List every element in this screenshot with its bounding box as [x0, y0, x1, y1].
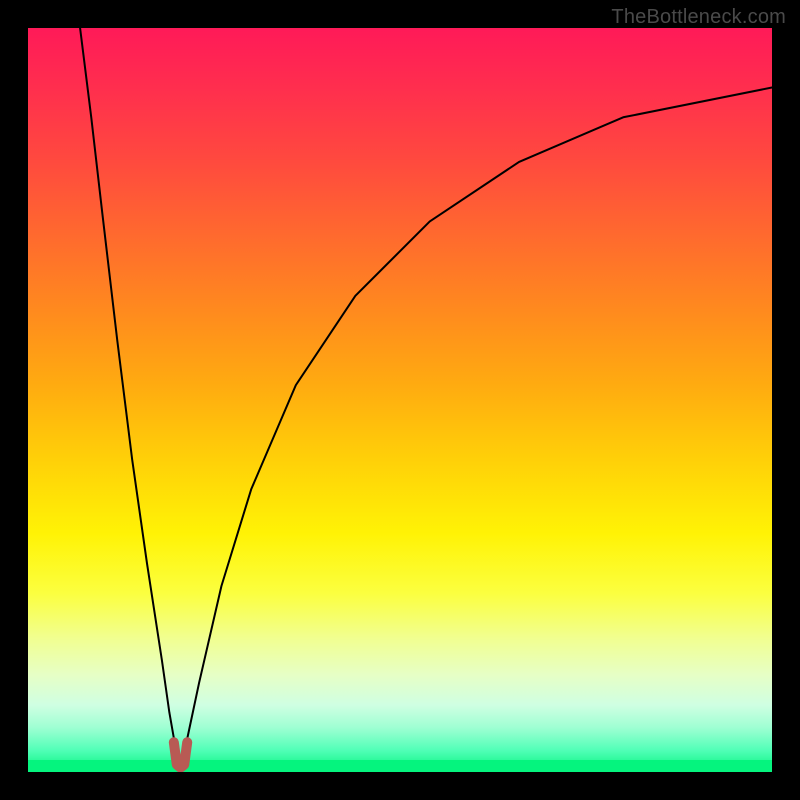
watermark-label: TheBottleneck.com	[611, 6, 786, 29]
series-right-branch	[186, 88, 772, 743]
chart-frame: TheBottleneck.com	[0, 0, 800, 800]
series-left-branch	[80, 28, 174, 742]
series-cusp-marker	[174, 742, 187, 767]
curve-layer	[28, 28, 772, 772]
plot-area	[28, 28, 772, 772]
